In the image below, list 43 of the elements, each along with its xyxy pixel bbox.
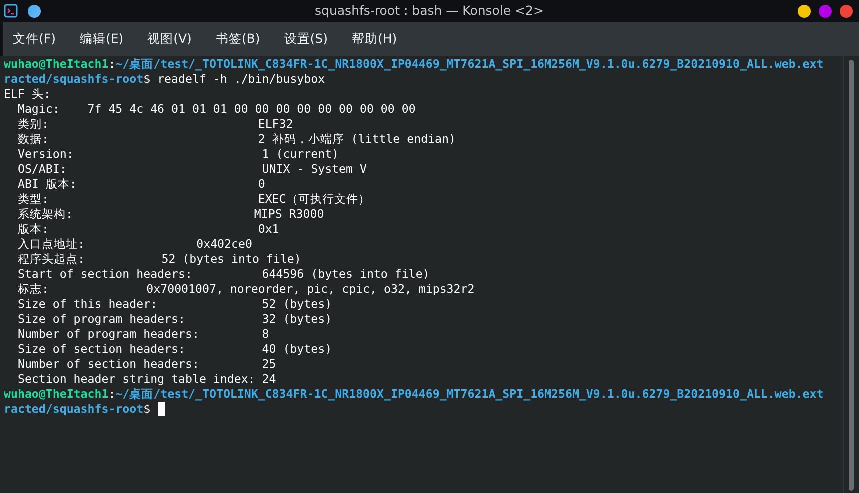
terminal-text: 类别: ELF32 (16, 117, 294, 132)
terminal-text: Magic: 7f 45 4c 46 01 01 01 00 00 00 00 00 00 00 00 00 (16, 102, 416, 117)
menu-item[interactable]: 设置(S) (280, 30, 332, 48)
window-title: squashfs-root : bash — Konsole <2> (315, 2, 544, 20)
terminal-text: $ (144, 402, 152, 417)
terminal-text: 标志: 0x70001007, noreorder, pic, cpic, o32, mips32r2 (16, 282, 475, 297)
terminal-text: 版本: 0x1 (16, 222, 280, 237)
menu-item[interactable]: 视图(V) (144, 30, 196, 48)
terminal-text: OS/ABI: UNIX - System V (16, 162, 367, 177)
terminal-text: $ readelf -h ./bin/busybox (144, 72, 326, 87)
terminal-text: ELF 头: (4, 87, 51, 102)
terminal-text: Size of this header: 52 (bytes) (16, 297, 332, 312)
terminal-text: 类型: EXEC（可执行文件） (16, 192, 370, 207)
menu-item[interactable]: 编辑(E) (76, 30, 128, 48)
directory-path: racted/squashfs-root (4, 402, 144, 417)
terminal-text: : (108, 387, 116, 402)
menu-item[interactable]: 书签(B) (212, 30, 264, 48)
minimize-button[interactable] (798, 4, 811, 18)
close-button[interactable] (840, 4, 853, 18)
terminal-text: Version: 1 (current) (16, 147, 340, 162)
terminal-text: 入口点地址: 0x402ce0 (16, 237, 252, 252)
terminal-icon (4, 4, 18, 18)
directory-path: ~/桌面/test/_TOTOLINK_C834FR-1C_NR1800X_IP04469_MT7621A_SPI_16M256M_V9.1.0u.6279_B20210910_ALL.web.ext (116, 57, 824, 72)
terminal-text: Start of section headers: 644596 (bytes into file) (16, 267, 430, 282)
menu-item[interactable]: 文件(F) (9, 30, 60, 48)
terminal-text: : (108, 57, 116, 72)
scrollbar-thumb[interactable] (849, 60, 854, 491)
terminal-text: Size of program headers: 32 (bytes) (16, 312, 332, 327)
terminal-text: Number of section headers: 25 (16, 357, 276, 372)
pin-button[interactable] (28, 4, 41, 18)
user-name: wuhao@TheItach1 (4, 57, 109, 72)
terminal-text: 系统架构: MIPS R3000 (16, 207, 324, 222)
terminal-text: 程序头起点: 52 (bytes into file) (16, 252, 302, 267)
terminal-text: 数据: 2 补码，小端序 (little endian) (16, 132, 456, 147)
terminal-text: Number of program headers: 8 (16, 327, 270, 342)
terminal-text: ABI 版本: 0 (16, 177, 266, 192)
terminal-text: Section header string table index: 24 (16, 372, 276, 387)
user-name: wuhao@TheItach1 (4, 387, 109, 402)
directory-path: ~/桌面/test/_TOTOLINK_C834FR-1C_NR1800X_IP04469_MT7621A_SPI_16M256M_V9.1.0u.6279_B20210910_ALL.web.ext (116, 387, 824, 402)
menu-item[interactable]: 帮助(H) (348, 30, 402, 48)
maximize-button[interactable] (819, 4, 832, 18)
terminal-text: Size of section headers: 40 (bytes) (16, 342, 332, 357)
directory-path: racted/squashfs-root (4, 72, 144, 87)
